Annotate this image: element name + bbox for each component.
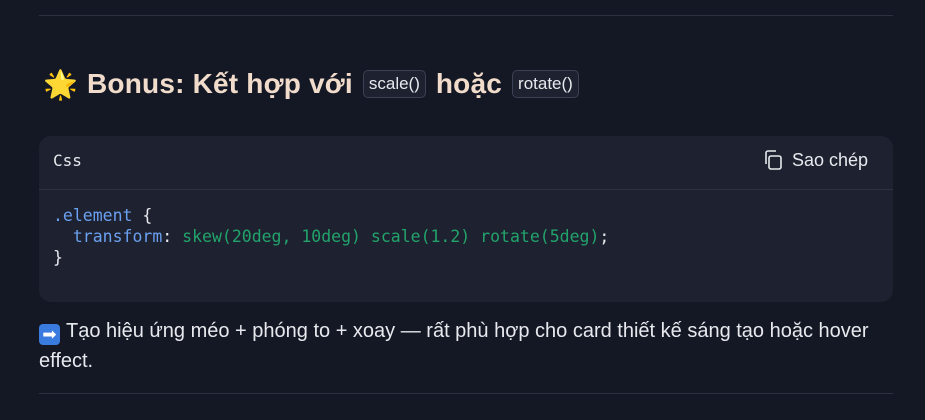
code-property: transform: [72, 227, 163, 246]
code-colon: :: [162, 227, 183, 246]
arrow-right-icon: ➡: [39, 324, 60, 345]
code-value: skew(20deg, 10deg) scale(1.2) rotate(5de…: [182, 227, 600, 246]
divider-top: [39, 15, 893, 16]
description-paragraph: ➡ Tạo hiệu ứng méo + phóng to + xoay — rấ…: [39, 316, 899, 376]
code-close-brace: }: [53, 248, 63, 267]
code-semicolon: ;: [599, 227, 610, 246]
heading-text-middle: hoặc: [435, 68, 503, 99]
code-open-brace: {: [132, 206, 153, 225]
code-header: Css Sao chép: [39, 136, 893, 190]
page: 🌟 Bonus: Kết hợp với scale() hoặc rotate…: [0, 0, 925, 420]
code-block: Css Sao chép .element { transform: skew(…: [39, 136, 893, 302]
section-heading: 🌟 Bonus: Kết hợp với scale() hoặc rotate…: [43, 64, 581, 104]
star-icon: 🌟: [43, 68, 78, 100]
divider-bottom: [39, 393, 893, 394]
description-text: Tạo hiệu ứng méo + phóng to + xoay — rất…: [39, 320, 869, 372]
code-selector: .element: [53, 206, 133, 225]
copy-icon: [762, 149, 784, 171]
heading-text-before: Bonus: Kết hợp với: [87, 68, 353, 99]
copy-label: Sao chép: [791, 149, 868, 170]
code-content[interactable]: .element { transform: skew(20deg, 10deg)…: [39, 190, 893, 283]
inline-code-scale: scale(): [362, 70, 426, 98]
code-language: Css: [53, 151, 82, 170]
inline-code-rotate: rotate(): [512, 70, 579, 98]
copy-button[interactable]: Sao chép: [762, 149, 868, 171]
